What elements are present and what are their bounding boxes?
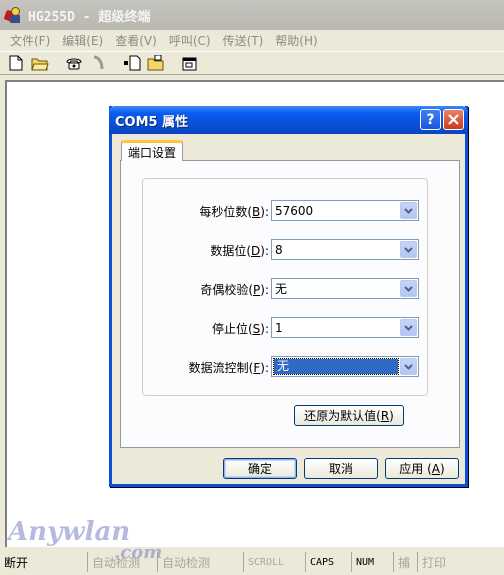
menu-call[interactable]: 呼叫(C) <box>163 32 217 49</box>
menu-file[interactable]: 文件(F) <box>4 32 56 49</box>
menu-help[interactable]: 帮助(H) <box>269 32 323 49</box>
parity-label: 奇偶校验 <box>200 283 249 297</box>
field-stop-bits: 停止位(S): 1 <box>143 317 429 339</box>
flow-control-select[interactable]: 无 <box>271 356 419 377</box>
port-settings-panel: 每秒位数(B): 57600 数据位(D): 8 奇偶校验(P): 无 停止位(… <box>120 160 460 448</box>
new-file-icon[interactable] <box>5 53 27 73</box>
chevron-down-icon[interactable] <box>400 241 417 258</box>
field-data-bits: 数据位(D): 8 <box>143 239 429 261</box>
status-detect-2: 自动检测 <box>158 552 244 572</box>
status-detect-1: 自动检测 <box>88 552 158 572</box>
field-bits-per-second: 每秒位数(B): 57600 <box>143 200 429 222</box>
menu-edit[interactable]: 编辑(E) <box>56 32 109 49</box>
port-settings-group: 每秒位数(B): 57600 数据位(D): 8 奇偶校验(P): 无 停止位(… <box>142 178 428 396</box>
status-scroll: SCROLL <box>244 552 306 572</box>
tab-port-settings[interactable]: 端口设置 <box>121 140 183 161</box>
com-properties-dialog: COM5 属性 ? 端口设置 每秒位数(B): 57600 数据位(D): 8 <box>109 106 468 487</box>
status-caps: CAPS <box>306 552 352 572</box>
status-print: 打印 <box>422 555 447 570</box>
dialog-title: COM5 属性 <box>115 114 189 130</box>
menu-bar: 文件(F) 编辑(E) 查看(V) 呼叫(C) 传送(T) 帮助(H) <box>0 30 504 50</box>
bits-per-second-label: 每秒位数 <box>199 205 248 219</box>
menu-transfer[interactable]: 传送(T) <box>217 32 270 49</box>
window-title: HG255D - 超级终端 <box>28 9 151 25</box>
field-parity: 奇偶校验(P): 无 <box>143 278 429 300</box>
close-icon[interactable] <box>443 109 464 130</box>
stop-bits-label: 停止位 <box>211 322 248 336</box>
send-file-icon[interactable] <box>121 53 143 73</box>
help-icon[interactable]: ? <box>420 109 441 130</box>
status-bar: 断开 自动检测 自动检测 SCROLL CAPS NUM 捕 打印 <box>0 549 504 575</box>
chevron-down-icon[interactable] <box>400 358 417 375</box>
dialog-titlebar: COM5 属性 ? <box>109 106 468 134</box>
cancel-button[interactable]: 取消 <box>304 458 378 479</box>
status-capture: 捕 <box>394 552 418 572</box>
call-phone-icon[interactable] <box>63 53 85 73</box>
chevron-down-icon[interactable] <box>400 319 417 336</box>
chevron-down-icon[interactable] <box>400 202 417 219</box>
restore-defaults-button[interactable]: 还原为默认值(R) <box>294 405 404 426</box>
bits-per-second-select[interactable]: 57600 <box>271 200 419 221</box>
window-titlebar: HG255D - 超级终端 <box>0 0 504 30</box>
menu-view[interactable]: 查看(V) <box>109 32 163 49</box>
data-bits-select[interactable]: 8 <box>271 239 419 260</box>
toolbar <box>0 51 504 75</box>
status-connection: 断开 <box>0 552 88 572</box>
ok-button[interactable]: 确定 <box>223 458 297 479</box>
properties-icon[interactable] <box>179 53 201 73</box>
apply-button[interactable]: 应用 (A) <box>385 458 459 479</box>
receive-file-icon[interactable] <box>145 53 167 73</box>
status-num: NUM <box>352 552 394 572</box>
parity-select[interactable]: 无 <box>271 278 419 299</box>
chevron-down-icon[interactable] <box>400 280 417 297</box>
field-flow-control: 数据流控制(F): 无 <box>143 356 429 378</box>
flow-control-label: 数据流控制 <box>188 361 249 375</box>
hyperterminal-app-icon[interactable] <box>3 6 22 24</box>
data-bits-label: 数据位 <box>210 244 247 258</box>
disconnect-phone-icon[interactable] <box>87 53 109 73</box>
stop-bits-select[interactable]: 1 <box>271 317 419 338</box>
open-folder-icon[interactable] <box>29 53 51 73</box>
